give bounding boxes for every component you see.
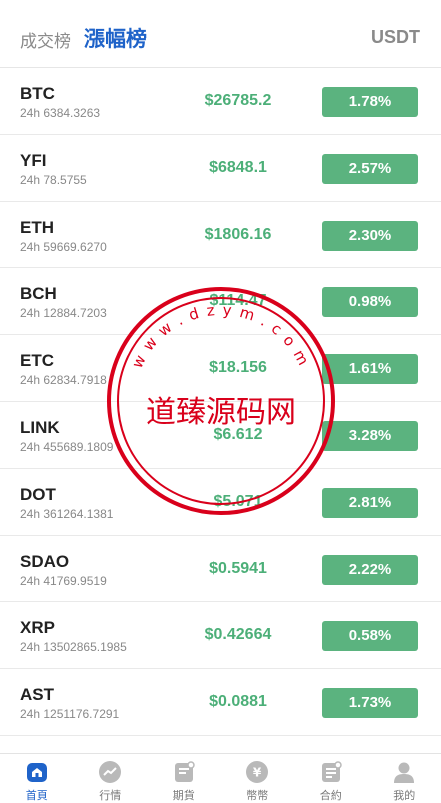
table-row[interactable]: AST 24h 1251176.7291 $0.0881 1.73% — [0, 669, 441, 736]
coin-symbol: LINK — [20, 417, 60, 437]
home-icon — [26, 763, 47, 782]
tab-label-home: 首頁 — [25, 790, 48, 802]
tab-label-market: 行情 — [99, 790, 122, 802]
coin-symbol: XRP — [20, 618, 55, 638]
coin-symbol: BTC — [20, 84, 55, 103]
tab-spot[interactable]: ¥ 幣幣 — [221, 754, 295, 803]
coin-volume: 24h 455689.1809 — [20, 439, 114, 454]
trend-icon — [99, 761, 122, 783]
tab-label-contract: 合約 — [319, 790, 342, 802]
change-badge: 1.73% — [322, 688, 418, 719]
futures-icon — [174, 761, 195, 782]
change-badge: 0.58% — [322, 621, 418, 652]
coin-price: $1806.16 — [204, 225, 272, 243]
tab-volume-ranking[interactable]: 成交榜 — [20, 27, 71, 52]
tab-market[interactable]: 行情 — [74, 754, 148, 803]
tab-profile[interactable]: 我的 — [368, 754, 441, 803]
table-row[interactable]: DOT 24h 361264.1381 $5.071 2.81% — [0, 469, 441, 536]
contract-icon — [321, 761, 342, 782]
coin-symbol: YFI — [20, 150, 47, 170]
coin-volume: 24h 41769.9519 — [20, 573, 107, 588]
table-row[interactable]: XRP 24h 13502865.1985 $0.42664 0.58% — [0, 602, 441, 670]
coin-symbol: AST — [20, 685, 54, 705]
change-badge: 2.57% — [322, 153, 418, 184]
tab-label-profile: 我的 — [393, 790, 416, 802]
coin-symbol: SDAO — [20, 551, 70, 571]
table-row[interactable]: ETC 24h 62834.7918 $18.156 1.61% — [0, 335, 441, 402]
coin-volume: 24h 62834.7918 — [20, 373, 107, 388]
coin-price: $6848.1 — [209, 158, 267, 176]
change-badge: 1.61% — [322, 354, 418, 385]
coin-price: $0.42664 — [204, 626, 272, 644]
change-badge: 2.30% — [322, 220, 418, 251]
table-row[interactable]: YFI 24h 78.5755 $6848.1 2.57% — [0, 135, 441, 202]
coin-volume: 24h 6384.3263 — [20, 106, 101, 120]
tab-home[interactable]: 首頁 — [0, 754, 74, 803]
svg-text:¥: ¥ — [253, 766, 262, 780]
tab-gain-ranking[interactable]: 漲幅榜 — [84, 23, 147, 53]
user-icon — [394, 762, 415, 783]
coin-price: $18.156 — [209, 359, 267, 377]
coin-symbol: DOT — [20, 484, 56, 504]
coin-symbol: ETC — [20, 351, 54, 371]
coin-icon: ¥ — [246, 761, 269, 783]
coin-volume: 24h 361264.1381 — [20, 506, 114, 521]
currency-label: USDT — [371, 27, 420, 47]
market-list: BTC 24h 6384.3263 $26785.2 1.78% YFI 24h… — [0, 68, 441, 736]
coin-price: $5.071 — [213, 492, 263, 510]
coin-price: $0.5941 — [209, 559, 267, 577]
coin-volume: 24h 12884.7203 — [20, 306, 107, 321]
coin-price: $6.612 — [213, 425, 263, 443]
bottom-tabbar: 首頁 行情 期貨 ¥ 幣幣 合約 我的 — [0, 753, 441, 803]
table-row[interactable]: SDAO 24h 41769.9519 $0.5941 2.22% — [0, 536, 441, 603]
tab-label-spot: 幣幣 — [246, 790, 269, 802]
table-row[interactable]: BTC 24h 6384.3263 $26785.2 1.78% — [0, 68, 441, 135]
coin-volume: 24h 13502865.1985 — [20, 640, 127, 655]
coin-volume: 24h 1251176.7291 — [20, 707, 120, 722]
coin-symbol: ETH — [20, 217, 54, 237]
tab-futures[interactable]: 期貨 — [147, 754, 221, 803]
change-badge: 0.98% — [322, 287, 418, 318]
table-row[interactable]: LINK 24h 455689.1809 $6.612 3.28% — [0, 402, 441, 469]
coin-price: $26785.2 — [204, 92, 272, 109]
coin-price: $114.47 — [209, 292, 267, 310]
change-badge: 1.78% — [322, 87, 418, 117]
table-row[interactable]: BCH 24h 12884.7203 $114.47 0.98% — [0, 268, 441, 336]
coin-volume: 24h 59669.6270 — [20, 239, 107, 254]
coin-volume: 24h 78.5755 — [20, 172, 87, 187]
tab-contract[interactable]: 合約 — [294, 754, 368, 803]
table-row[interactable]: ETH 24h 59669.6270 $1806.16 2.30% — [0, 202, 441, 269]
tab-label-futures: 期貨 — [172, 790, 195, 802]
top-header: 成交榜 漲幅榜 USDT — [0, 0, 441, 68]
coin-price: $0.0881 — [209, 693, 267, 711]
change-badge: 3.28% — [322, 420, 418, 451]
coin-symbol: BCH — [20, 284, 57, 304]
change-badge: 2.81% — [322, 487, 418, 518]
change-badge: 2.22% — [322, 554, 418, 585]
